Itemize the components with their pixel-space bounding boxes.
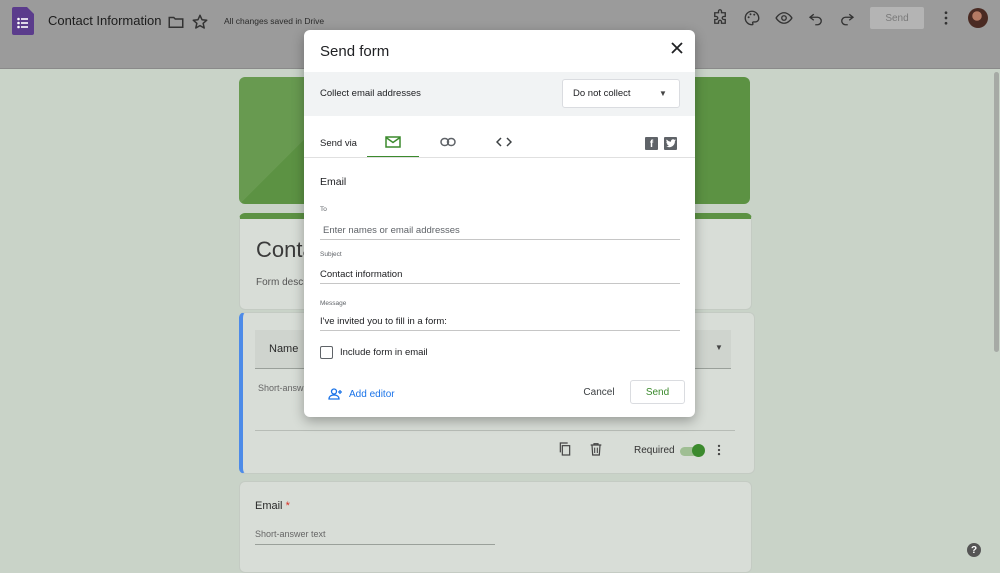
form-description[interactable]: Form descr [256,277,307,288]
question-title: Name [269,343,299,355]
required-asterisk: * [285,500,290,512]
question-title-text: Email [255,500,283,512]
to-field[interactable] [320,221,680,240]
message-label: Message [320,300,347,307]
palette-icon[interactable] [743,9,761,27]
facebook-icon[interactable]: f [645,137,658,150]
undo-icon[interactable] [807,9,825,27]
question-type-dropdown-icon[interactable]: ▼ [715,343,723,352]
addon-icon[interactable] [711,9,729,27]
divider [255,430,735,431]
collect-email-label: Collect email addresses [320,88,421,99]
required-label: Required [634,445,675,456]
help-icon[interactable]: ? [967,543,981,557]
embed-icon [496,137,512,147]
short-answer-placeholder: Short-answer text [255,529,326,539]
page-scrollbar[interactable] [994,72,999,352]
chevron-down-icon: ▼ [659,89,667,98]
mail-icon [385,136,401,148]
link-icon [440,137,456,147]
answer-underline [255,544,495,545]
tab-link[interactable] [422,128,474,156]
cancel-button[interactable]: Cancel [574,382,624,402]
folder-icon[interactable] [167,13,185,31]
subject-field[interactable] [320,265,680,284]
tab-embed[interactable] [478,128,530,156]
tab-email[interactable] [367,128,419,158]
document-title[interactable]: Contact Information [48,13,161,28]
required-toggle-knob[interactable] [692,444,705,457]
twitter-bird-glyph [665,139,676,148]
close-icon[interactable] [670,41,684,55]
twitter-icon[interactable] [664,137,677,150]
question-card-email[interactable]: Email * Short-answer text [239,481,752,573]
save-status: All changes saved in Drive [224,16,325,26]
add-editor-button[interactable]: Add editor [328,386,395,402]
question-more-icon[interactable] [712,442,726,458]
duplicate-icon[interactable] [557,441,573,457]
include-form-label[interactable]: Include form in email [340,347,428,358]
dialog-title: Send form [320,43,390,60]
include-form-checkbox[interactable] [320,346,333,359]
more-vert-icon[interactable] [937,9,955,27]
star-icon[interactable] [191,13,209,31]
email-section-title: Email [320,176,347,188]
avatar[interactable] [968,8,988,28]
tabs-divider [304,157,695,158]
to-label: To [320,206,327,213]
send-button-top[interactable]: Send [870,7,924,29]
message-field[interactable] [320,312,680,331]
send-via-label: Send via [320,138,357,149]
question-title: Email * [255,500,290,512]
add-editor-label: Add editor [349,388,395,400]
delete-icon[interactable] [588,441,604,457]
collect-email-select[interactable]: Do not collect ▼ [562,79,680,108]
collect-email-bar: Collect email addresses Do not collect ▼ [304,72,695,116]
collect-email-value: Do not collect [573,88,631,99]
send-form-dialog: Send form Collect email addresses Do not… [304,30,695,417]
preview-icon[interactable] [775,9,793,27]
forms-logo-icon[interactable] [12,7,34,35]
add-person-icon [328,388,342,400]
send-button[interactable]: Send [630,380,685,404]
short-answer-placeholder: Short-answ [258,383,304,393]
subject-label: Subject [320,251,342,258]
redo-icon[interactable] [838,9,856,27]
